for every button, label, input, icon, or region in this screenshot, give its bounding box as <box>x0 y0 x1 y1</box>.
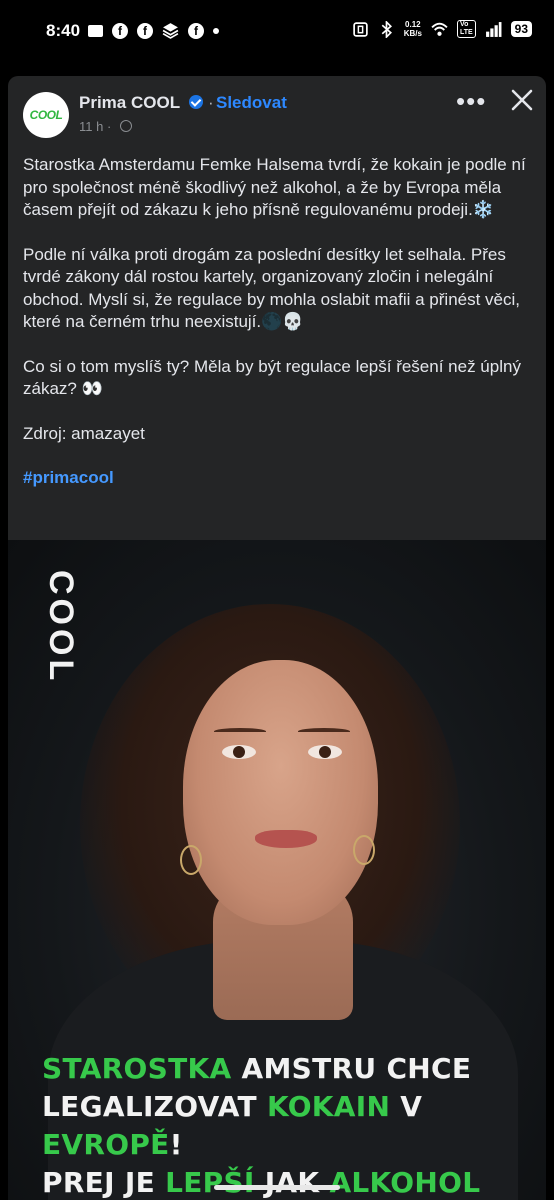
post-paragraph: Starostka Amsterdamu Femke Halsema tvrdí… <box>23 155 526 219</box>
more-options-icon[interactable]: ••• <box>456 86 486 117</box>
mail-icon <box>88 24 103 37</box>
headline-text: ! <box>169 1128 183 1161</box>
earring-left <box>180 845 202 875</box>
separator-dot: · <box>208 93 214 112</box>
battery-level: 93 <box>510 21 532 37</box>
image-headline: STAROSTKA AMSTRU CHCE LEGALIZOVAT KOKAIN… <box>42 1050 542 1200</box>
facebook-icon: f <box>137 22 153 39</box>
network-speed: 0.12 KB/s <box>404 20 422 38</box>
facebook-icon: f <box>188 22 204 39</box>
verified-badge-icon <box>189 95 203 109</box>
headline-highlight: STAROSTKA <box>42 1052 242 1085</box>
volte-bottom: LTE <box>459 29 473 36</box>
headline-highlight: KOKAIN <box>266 1090 391 1123</box>
headline-highlight: EVROPĚ <box>42 1128 170 1161</box>
volte-top: Vo <box>459 21 469 28</box>
home-indicator[interactable] <box>214 1185 340 1190</box>
nfc-icon <box>352 21 368 37</box>
headline-text: LEGALIZOVAT <box>42 1090 267 1123</box>
network-speed-value: 0.12 <box>405 20 421 29</box>
globe-icon <box>120 120 132 132</box>
signal-icon <box>485 21 502 37</box>
volte-badge: Vo LTE <box>456 20 476 38</box>
dot-icon <box>213 27 219 34</box>
portrait-brow <box>214 728 266 735</box>
earring-right <box>353 835 375 865</box>
status-time: 8:40 <box>46 21 81 40</box>
headline-line-1: STAROSTKA AMSTRU CHCE <box>42 1050 542 1088</box>
notification-icons: f f f <box>88 22 219 39</box>
hashtag-link[interactable]: #primacool <box>23 467 533 490</box>
post-body: Starostka Amsterdamu Femke Halsema tvrdí… <box>23 154 533 512</box>
wifi-icon <box>431 22 448 36</box>
headline-text: PREJ JE <box>42 1166 166 1199</box>
headline-line-2: LEGALIZOVAT KOKAIN V EVROPĚ! <box>42 1088 542 1164</box>
status-bar: 8:40 f f f 0.12 KB/s Vo LTE 93 <box>0 0 554 66</box>
portrait-lips <box>255 830 317 848</box>
post-timestamp[interactable]: 11 h · <box>79 119 111 134</box>
headline-text: JAK <box>254 1166 330 1199</box>
headline-line-3: PREJ JE LEPŠÍ JAK ALKOHOL <box>42 1164 542 1200</box>
stack-icon <box>162 23 179 39</box>
post-image[interactable]: COOL STAROSTKA AMSTRU CHCE LEGALIZOVAT K… <box>8 540 546 1200</box>
portrait-face <box>183 660 378 925</box>
post-header: COOL Prima COOL · Sledovat 11 h · ••• <box>8 76 546 146</box>
post-paragraph: Co si o tom myslíš ty? Měla by být regul… <box>23 356 521 399</box>
headline-text: AMSTRU CHCE <box>241 1052 472 1085</box>
page-avatar[interactable]: COOL <box>23 92 69 138</box>
cool-logo: COOL <box>42 570 80 685</box>
portrait-brow <box>298 728 350 735</box>
portrait-eye <box>308 745 342 759</box>
network-speed-unit: KB/s <box>403 29 422 38</box>
post-paragraph: Podle ní válka proti drogám za poslední … <box>23 244 521 332</box>
post-source: Zdroj: amazayet <box>23 423 145 443</box>
bluetooth-icon <box>381 20 392 38</box>
avatar-logo-text: COOL <box>29 108 63 122</box>
headline-highlight: LEPŠÍ <box>165 1166 255 1199</box>
headline-text: V <box>390 1090 423 1123</box>
portrait-eye <box>222 745 256 759</box>
follow-button[interactable]: Sledovat <box>216 93 287 113</box>
headline-highlight: ALKOHOL <box>329 1166 481 1199</box>
facebook-icon: f <box>112 22 128 39</box>
close-icon[interactable] <box>510 88 534 112</box>
page-name[interactable]: Prima COOL <box>79 93 180 113</box>
system-icons: 0.12 KB/s Vo LTE 93 <box>352 20 532 38</box>
